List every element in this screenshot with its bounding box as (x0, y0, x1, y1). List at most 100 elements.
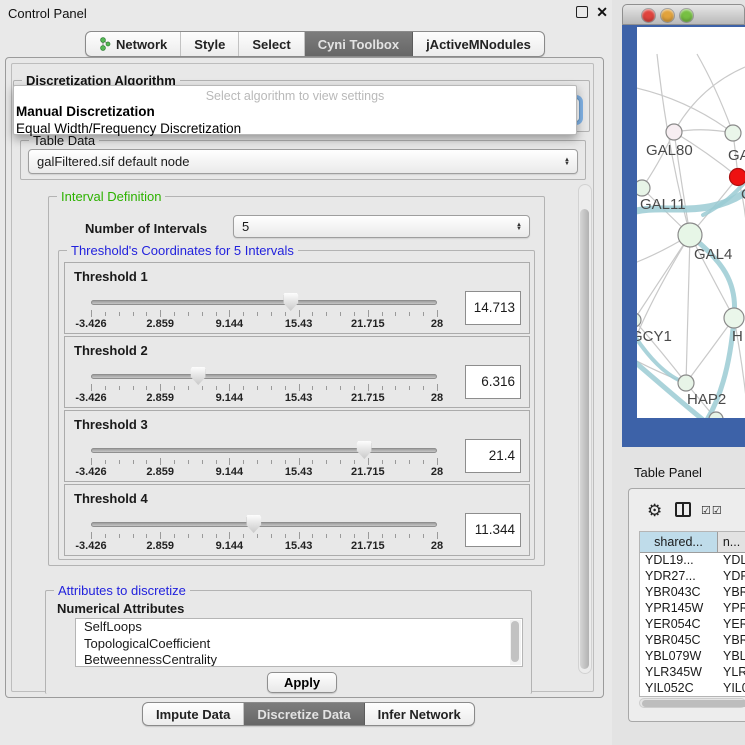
table-data-combo-value: galFiltered.sif default node (37, 154, 189, 169)
table-row[interactable]: YBL079WYBL0 (640, 649, 745, 665)
bottom-tab-bar: Impute DataDiscretize Data Infer Network (142, 702, 475, 726)
close-traffic-light-icon[interactable] (642, 9, 655, 22)
table-row[interactable]: YPR145WYPR1 (640, 601, 745, 617)
threshold-panel: Threshold 3-3.4262.8599.14415.4321.71528… (64, 410, 530, 482)
tab-jactivemnodules[interactable]: jActiveMNodules (413, 32, 544, 56)
attribute-list-item[interactable]: TopologicalCoefficient (76, 636, 522, 653)
attribute-list-item[interactable]: SelfLoops (76, 619, 522, 636)
numerical-attributes-label: Numerical Attributes (57, 601, 184, 616)
network-node-GAL80[interactable] (666, 124, 682, 140)
checkbox-icons[interactable]: ☑☑ (701, 504, 723, 517)
tick-label: -3.426 (75, 540, 106, 552)
table-row[interactable]: YDL19...YDL1 (640, 553, 745, 569)
threshold-value-field[interactable]: 6.316 (465, 365, 521, 399)
threshold-value-field[interactable]: 14.713 (465, 291, 521, 325)
threshold-panel: Threshold 1-3.4262.8599.14415.4321.71528… (64, 262, 530, 334)
zoom-traffic-light-icon[interactable] (680, 9, 693, 22)
close-icon[interactable]: ✕ (596, 4, 608, 21)
tick-label: 15.43 (285, 466, 313, 478)
apply-button[interactable]: Apply (267, 672, 337, 693)
numerical-attributes-list[interactable]: SelfLoopsTopologicalCoefficientBetweenne… (75, 618, 523, 667)
algorithm-options: Manual DiscretizationEqual Width/Frequen… (14, 103, 576, 137)
threshold-slider-thumb[interactable] (246, 515, 261, 533)
threshold-slider-thumb[interactable] (191, 367, 206, 385)
threshold-slider-thumb[interactable] (357, 441, 372, 459)
network-node-node-partial-top[interactable] (725, 125, 741, 141)
network-view-window: GAL80GAL1CGAL11GAL4GCY1HHAP2 (622, 4, 745, 447)
network-node-node-partial-right[interactable] (724, 308, 744, 328)
threshold-value-field[interactable]: 21.4 (465, 439, 521, 473)
tick-label: 9.144 (216, 466, 244, 478)
tick-label: -3.426 (75, 466, 106, 478)
tab-label: Select (252, 37, 290, 52)
table-horizontal-scrollbar[interactable] (639, 698, 745, 708)
table-row[interactable]: YER054CYER0 (640, 617, 745, 633)
tick-label: 2.859 (146, 540, 174, 552)
algorithm-option[interactable]: Manual Discretization (14, 103, 576, 120)
table-row[interactable]: YBR045CYBR0 (640, 633, 745, 649)
bottom-tab-infer-network[interactable]: Infer Network (365, 703, 474, 725)
tab-network[interactable]: Network (86, 32, 181, 56)
tick-label: 15.43 (285, 318, 313, 330)
network-node-GAL11[interactable] (637, 180, 650, 196)
table-column-header[interactable]: shared... (640, 532, 718, 552)
float-window-icon[interactable] (576, 6, 588, 18)
network-node-HAP2[interactable] (678, 375, 694, 391)
tab-style[interactable]: Style (181, 32, 239, 56)
control-panel-window: Control Panel ✕ Network Style Select Cyni T… (0, 0, 612, 745)
number-of-intervals-value: 5 (242, 219, 249, 234)
threshold-label: Threshold 2 (74, 343, 148, 358)
table-column-header[interactable]: n... (718, 532, 745, 552)
attributes-list-scrollbar[interactable] (510, 620, 521, 665)
threshold-slider-thumb[interactable] (283, 293, 298, 311)
table-row[interactable]: YBR043CYBR0 (640, 585, 745, 601)
table-cell: YER0 (718, 617, 745, 633)
table-cell: YBR0 (718, 585, 745, 601)
table-row[interactable]: YIL052CYIL0 (640, 681, 745, 697)
attributes-group-label: Attributes to discretize (54, 583, 190, 598)
network-node-label: C (741, 186, 745, 203)
table-header-row: shared...n... (640, 532, 745, 553)
tick-label: 28 (431, 466, 443, 478)
tick-label: 21.715 (351, 318, 385, 330)
threshold-slider-track[interactable] (91, 448, 437, 453)
split-column-icon[interactable] (675, 502, 691, 517)
table-row[interactable]: YDR27...YDR2 (640, 569, 745, 585)
algorithm-option[interactable]: Equal Width/Frequency Discretization (14, 120, 576, 137)
tick-label: 21.715 (351, 466, 385, 478)
tab-label: Style (194, 37, 225, 52)
table-cell: YBR0 (718, 633, 745, 649)
minimize-traffic-light-icon[interactable] (661, 9, 674, 22)
table-cell: YLR345W (640, 665, 718, 681)
main-scrollbar-thumb[interactable] (580, 209, 589, 669)
table-row[interactable]: YLR345WYLR3 (640, 665, 745, 681)
bottom-tab-impute-data[interactable]: Impute Data (143, 703, 244, 725)
threshold-slider-track[interactable] (91, 522, 437, 527)
main-scrollbar[interactable] (578, 184, 592, 674)
node-attribute-table[interactable]: shared...n... YDL19...YDL1YDR27...YDR2YB… (639, 531, 745, 697)
table-panel-title: Table Panel (622, 457, 745, 485)
network-node-GAL4[interactable] (678, 223, 702, 247)
tab-label: Infer Network (378, 707, 461, 722)
control-panel-titlebar: Control Panel ✕ (0, 0, 612, 26)
network-window-frame: GAL80GAL1CGAL11GAL4GCY1HHAP2 (622, 25, 745, 447)
network-node-GCY1[interactable] (637, 313, 641, 327)
threshold-slider-track[interactable] (91, 300, 437, 305)
bottom-tab-discretize-data[interactable]: Discretize Data (244, 703, 364, 725)
tick-label: 28 (431, 318, 443, 330)
gear-icon[interactable]: ⚙ (647, 501, 662, 521)
tab-select[interactable]: Select (239, 32, 304, 56)
table-cell: YDL1 (718, 553, 745, 569)
network-canvas[interactable]: GAL80GAL1CGAL11GAL4GCY1HHAP2 (637, 27, 745, 418)
table-data-combo[interactable]: galFiltered.sif default node ▲▼ (28, 149, 578, 174)
network-node-node-red[interactable] (730, 169, 745, 186)
number-of-intervals-label: Number of Intervals (85, 221, 207, 236)
threshold-label: Threshold 4 (74, 491, 148, 506)
threshold-value-field[interactable]: 11.344 (465, 513, 521, 547)
threshold-slider-track[interactable] (91, 374, 437, 379)
attribute-list-item[interactable]: BetweennessCentrality (76, 652, 522, 667)
tab-cyni-toolbox[interactable]: Cyni Toolbox (305, 32, 413, 56)
algorithm-popup-hint: Select algorithm to view settings (14, 86, 576, 103)
number-of-intervals-combo[interactable]: 5 ▲▼ (233, 215, 530, 238)
table-cell: YDR2 (718, 569, 745, 585)
